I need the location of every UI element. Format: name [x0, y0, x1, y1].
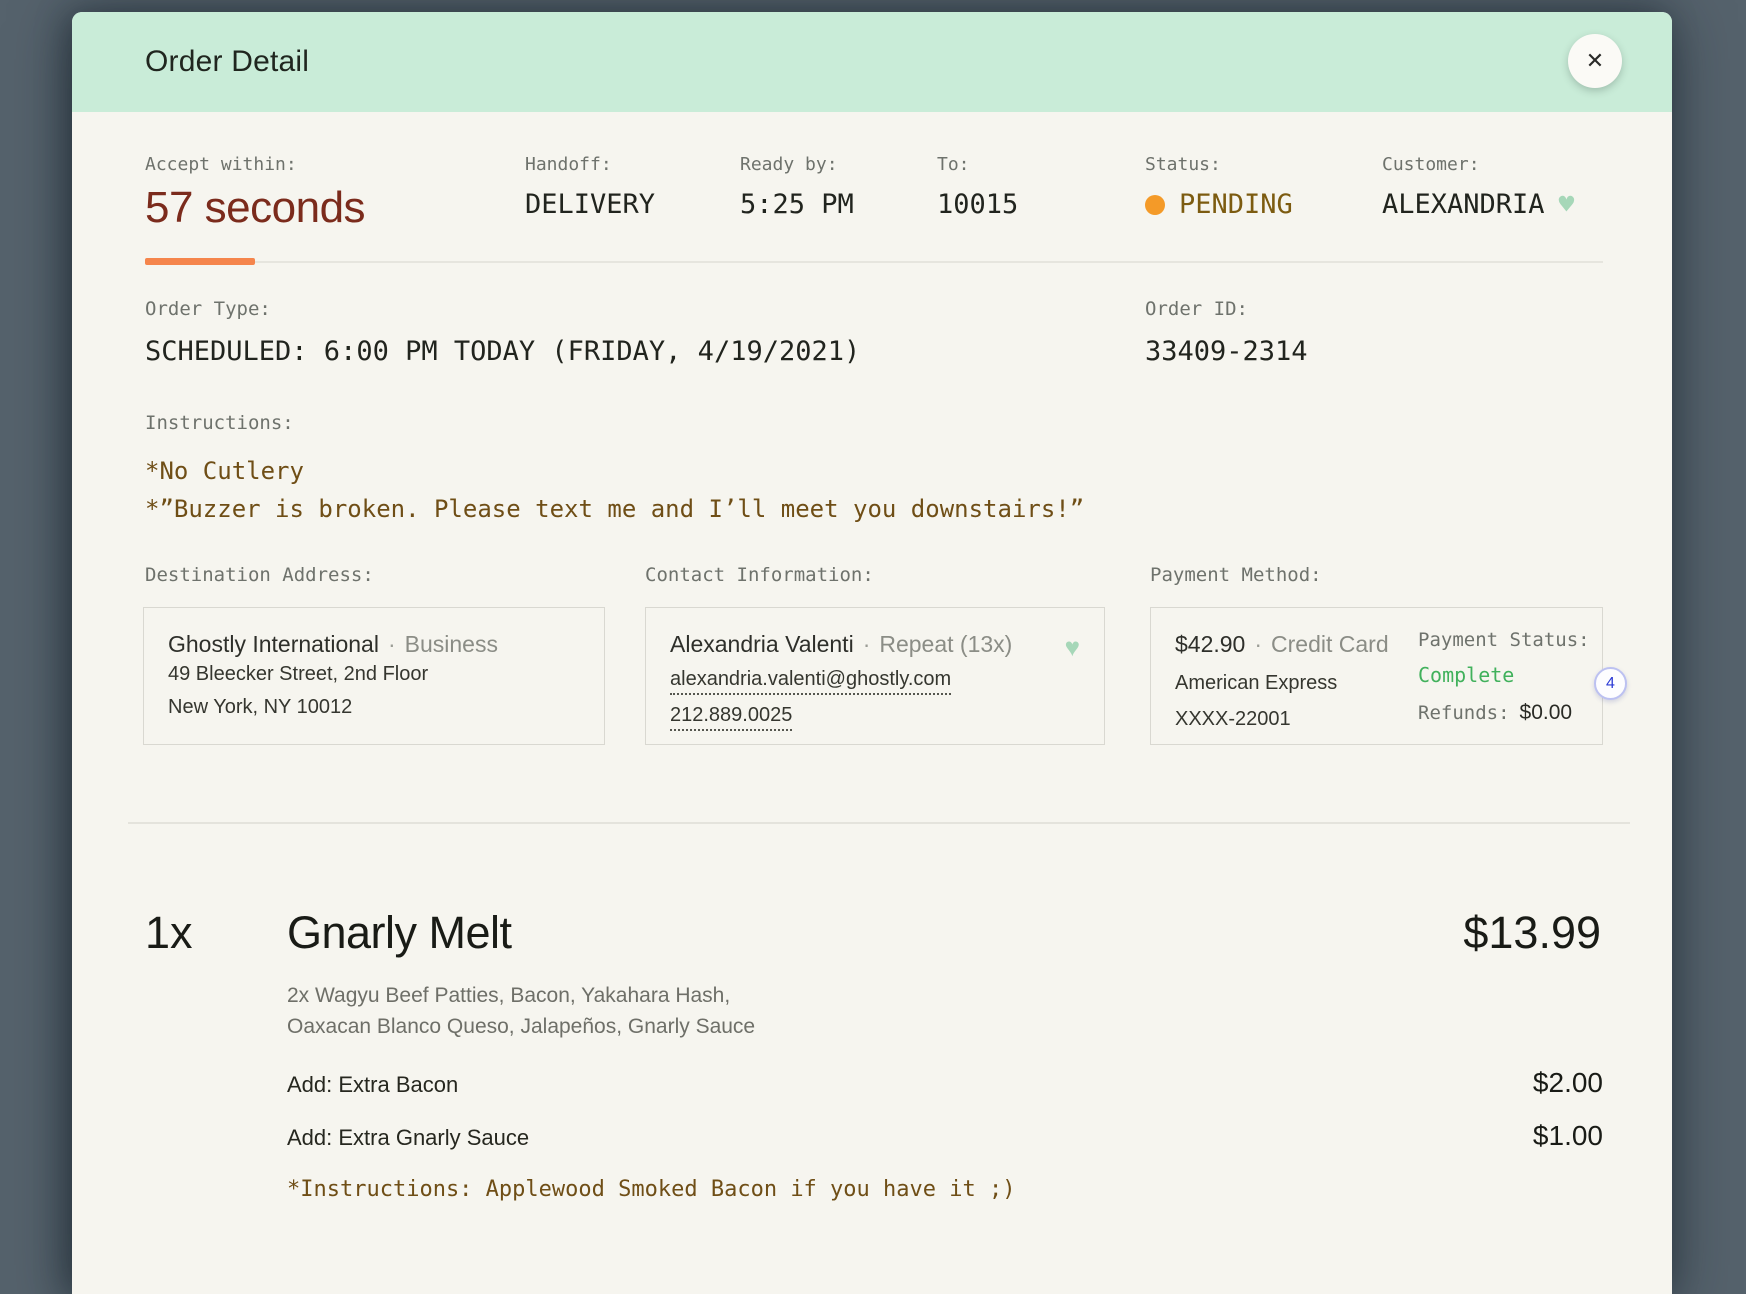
- order-id-label: Order ID:: [1145, 298, 1308, 320]
- payment-method-type: Credit Card: [1271, 631, 1389, 658]
- status-column: Status: PENDING: [1145, 154, 1293, 220]
- section-divider: [128, 822, 1630, 824]
- item-name: Gnarly Melt: [287, 907, 512, 959]
- order-id-section: Order ID: 33409-2314: [1145, 298, 1308, 367]
- destination-name: Ghostly International: [168, 631, 379, 658]
- order-type-section: Order Type: SCHEDULED: 6:00 PM TODAY (FR…: [145, 298, 860, 367]
- order-type-value: SCHEDULED: 6:00 PM TODAY (FRIDAY, 4/19/2…: [145, 336, 860, 367]
- order-id-value: 33409-2314: [1145, 336, 1308, 367]
- annotation-badge-4[interactable]: 4: [1594, 667, 1627, 700]
- to-value: 10015: [937, 189, 1018, 220]
- handoff-column: Handoff: DELIVERY: [525, 154, 655, 220]
- to-column: To: 10015: [937, 154, 1018, 220]
- ready-by-value: 5:25 PM: [740, 189, 854, 220]
- contact-favorite-heart-icon[interactable]: ♥: [1065, 634, 1080, 660]
- item-instructions-note: *Instructions: Applewood Smoked Bacon if…: [287, 1177, 1015, 1202]
- item-addon-row: Add: Extra Bacon $2.00: [287, 1067, 1603, 1099]
- instructions-line: *No Cutlery: [145, 452, 1084, 490]
- customer-label: Customer:: [1382, 154, 1574, 175]
- modal-header: Order Detail ✕: [72, 12, 1672, 112]
- contact-phone-link[interactable]: 212.889.0025: [670, 704, 792, 731]
- close-icon: ✕: [1586, 48, 1604, 74]
- order-instructions-section: Instructions: *No Cutlery *”Buzzer is br…: [145, 412, 1084, 528]
- payment-amount: $42.90: [1175, 631, 1245, 658]
- destination-category: Business: [405, 631, 498, 658]
- item-description-line: Oaxacan Blanco Queso, Jalapeños, Gnarly …: [287, 1011, 755, 1042]
- to-label: To:: [937, 154, 1018, 175]
- order-type-label: Order Type:: [145, 298, 860, 320]
- addon-label: Add: Extra Bacon: [287, 1072, 458, 1098]
- handoff-label: Handoff:: [525, 154, 655, 175]
- customer-value-row: ALEXANDRIA ♥: [1382, 189, 1574, 220]
- accept-within-label: Accept within:: [145, 154, 365, 175]
- item-quantity: 1x: [145, 907, 193, 959]
- ready-by-label: Ready by:: [740, 154, 854, 175]
- payment-status-value: Complete: [1418, 663, 1590, 687]
- customer-favorite-heart-icon[interactable]: ♥: [1559, 192, 1575, 218]
- addon-price: $2.00: [1533, 1067, 1603, 1099]
- payment-status-label: Payment Status:: [1418, 629, 1590, 651]
- item-addon-row: Add: Extra Gnarly Sauce $1.00: [287, 1120, 1603, 1152]
- accept-within-value: 57 seconds: [145, 183, 365, 233]
- status-badge: PENDING: [1179, 189, 1293, 220]
- accept-timer-progress-track: [145, 261, 1603, 263]
- contact-repeat-count: Repeat (13x): [879, 631, 1012, 658]
- destination-address-card: Ghostly International · Business 49 Blee…: [143, 607, 605, 745]
- contact-name: Alexandria Valenti: [670, 631, 854, 658]
- order-detail-modal: Order Detail ✕ Accept within: 57 seconds…: [72, 12, 1672, 1294]
- status-value-row: PENDING: [1145, 189, 1293, 220]
- payment-method-card: $42.90 · Credit Card American Express XX…: [1150, 607, 1603, 745]
- status-dot-icon: [1145, 195, 1165, 215]
- addon-label: Add: Extra Gnarly Sauce: [287, 1125, 529, 1151]
- dot-separator: ·: [1254, 631, 1262, 658]
- contact-email-link[interactable]: alexandria.valenti@ghostly.com: [670, 668, 951, 695]
- item-price: $13.99: [1463, 907, 1601, 959]
- payment-method-label: Payment Method:: [1150, 564, 1322, 586]
- item-description-line: 2x Wagyu Beef Patties, Bacon, Yakahara H…: [287, 980, 755, 1011]
- customer-column: Customer: ALEXANDRIA ♥: [1382, 154, 1574, 220]
- dot-separator: ·: [863, 631, 871, 658]
- contact-information-label: Contact Information:: [645, 564, 874, 586]
- instructions-line: *”Buzzer is broken. Please text me and I…: [145, 490, 1084, 528]
- destination-city: New York, NY 10012: [168, 691, 580, 724]
- handoff-value: DELIVERY: [525, 189, 655, 220]
- refunds-value: $0.00: [1520, 701, 1573, 725]
- contact-information-card: Alexandria Valenti · Repeat (13x) ♥ alex…: [645, 607, 1105, 745]
- accept-within-column: Accept within: 57 seconds: [145, 154, 365, 233]
- instructions-label: Instructions:: [145, 412, 1084, 434]
- customer-name: ALEXANDRIA: [1382, 189, 1545, 220]
- addon-price: $1.00: [1533, 1120, 1603, 1152]
- dot-separator: ·: [388, 631, 396, 658]
- destination-street: 49 Bleecker Street, 2nd Floor: [168, 658, 580, 691]
- ready-by-column: Ready by: 5:25 PM: [740, 154, 854, 220]
- accept-timer-progress-fill: [145, 258, 255, 265]
- destination-address-label: Destination Address:: [145, 564, 374, 586]
- close-button[interactable]: ✕: [1568, 34, 1622, 88]
- page-title: Order Detail: [145, 12, 309, 112]
- status-label: Status:: [1145, 154, 1293, 175]
- refunds-label: Refunds:: [1418, 702, 1510, 724]
